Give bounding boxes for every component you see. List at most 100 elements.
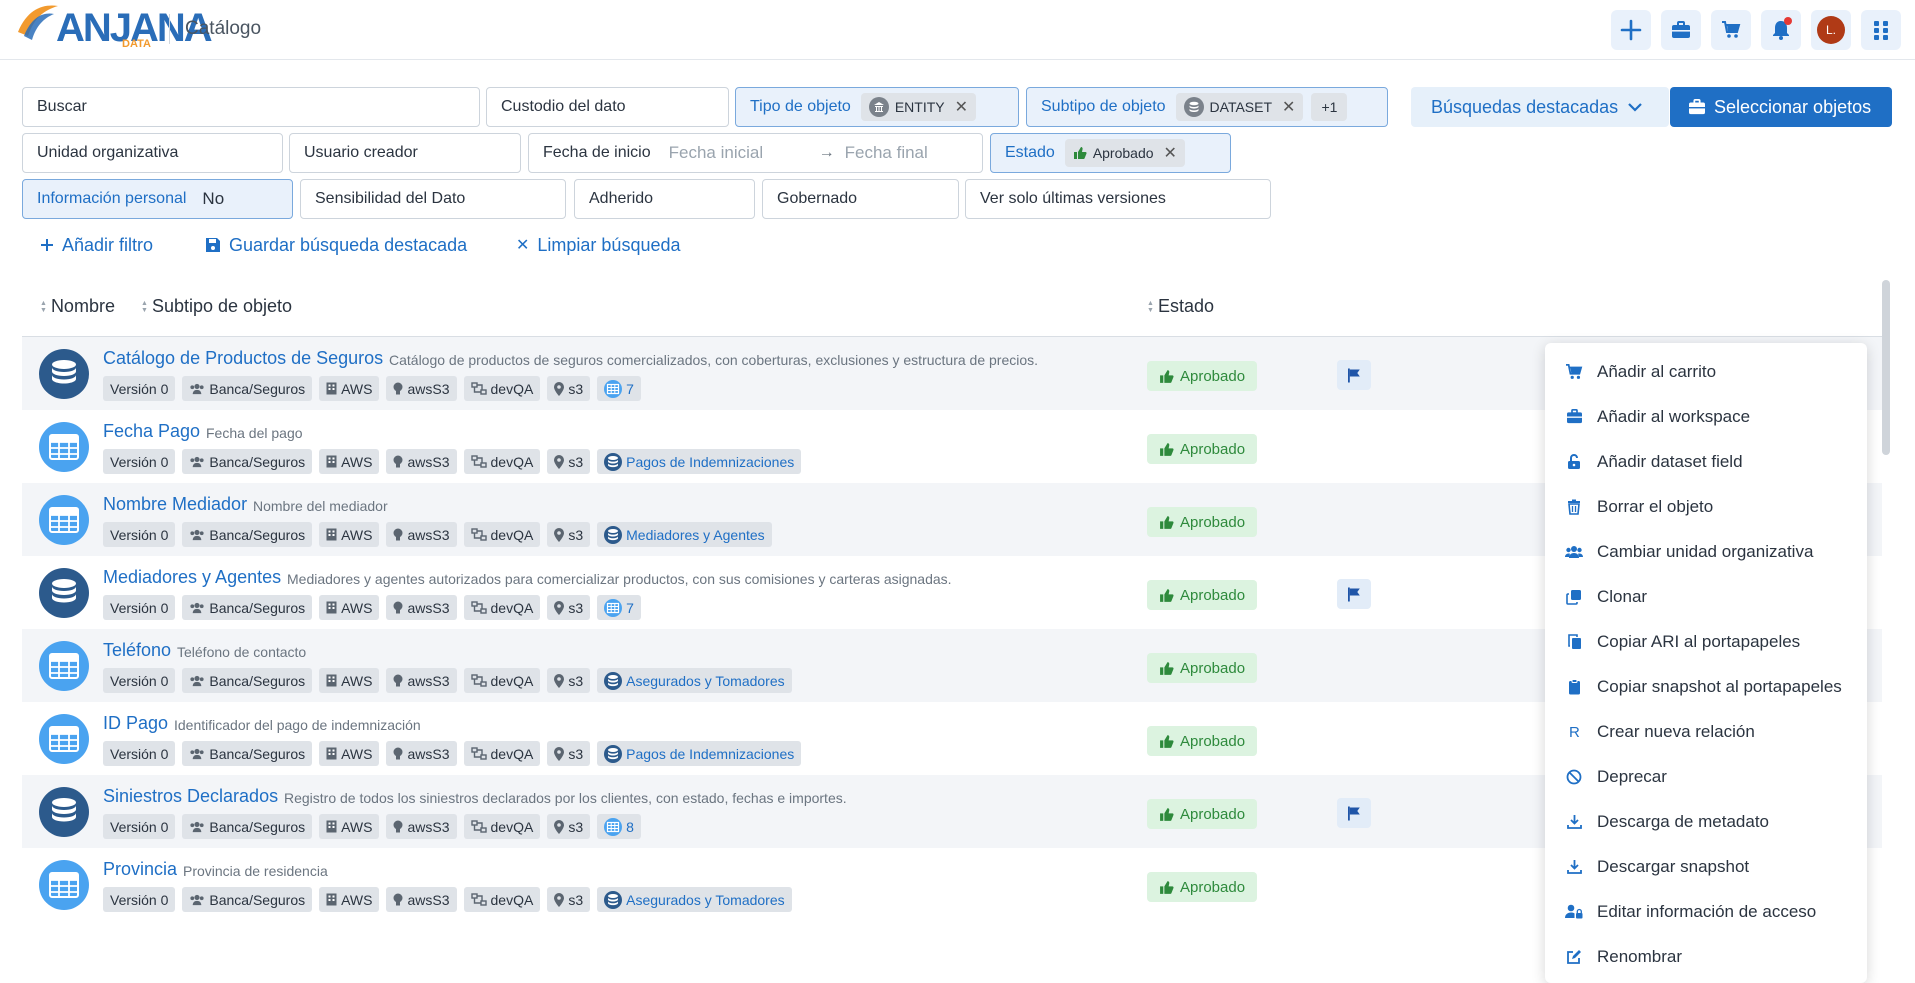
workspace-button[interactable] — [1661, 10, 1701, 50]
menu-item[interactable]: Añadir dataset field — [1545, 439, 1867, 484]
flag-button[interactable] — [1337, 360, 1371, 390]
start-date-from-input[interactable]: Fecha inicial — [669, 143, 809, 163]
row-title[interactable]: Provincia — [103, 859, 177, 880]
parent-dataset-tag[interactable]: Asegurados y Tomadores — [597, 668, 792, 693]
menu-item[interactable]: Descargar snapshot — [1545, 844, 1867, 889]
environment-tag: devQA — [463, 887, 541, 912]
fields-count-tag[interactable]: 8 — [597, 814, 641, 839]
cart-button[interactable] — [1711, 10, 1751, 50]
more-chips-badge[interactable]: +1 — [1311, 93, 1348, 121]
version-tag: Versión 0 — [103, 449, 176, 474]
anjana-logo[interactable]: ANJANA DATA — [14, 2, 213, 54]
user-menu-button[interactable]: L. — [1811, 10, 1851, 50]
state-filter[interactable]: Estado Aprobado ✕ — [990, 133, 1231, 173]
personal-info-label: Información personal — [37, 190, 187, 207]
building-icon — [326, 528, 337, 541]
column-header-name[interactable]: ▲ ▼ Nombre — [40, 296, 115, 317]
parent-dataset-tag[interactable]: Pagos de Indemnizaciones — [597, 449, 802, 474]
column-header-state[interactable]: ▲ ▼ Estado — [1147, 296, 1214, 317]
custodian-filter[interactable]: Custodio del dato — [486, 87, 729, 127]
flag-icon — [1347, 806, 1361, 821]
clear-search-button[interactable]: ✕ Limpiar búsqueda — [516, 233, 681, 257]
row-title[interactable]: Teléfono — [103, 640, 171, 661]
row-title[interactable]: ID Pago — [103, 713, 168, 734]
thumbs-up-icon — [1159, 588, 1174, 603]
context-menu: Añadir al carrito Añadir al workspace Añad… — [1545, 343, 1867, 983]
menu-item[interactable]: Descarga de metadato — [1545, 799, 1867, 844]
sensitivity-filter[interactable]: Sensibilidad del Dato — [300, 179, 566, 219]
close-icon[interactable]: ✕ — [1164, 143, 1177, 163]
start-date-filter[interactable]: Fecha de inicio Fecha inicial → Fecha fi… — [528, 133, 983, 173]
close-icon[interactable]: ✕ — [1282, 97, 1295, 117]
menu-item[interactable]: Borrar el objeto — [1545, 484, 1867, 529]
table-icon — [604, 379, 623, 398]
org-unit-tag: Banca/Seguros — [182, 814, 313, 839]
briefcase-icon — [1672, 21, 1690, 38]
object-subtype-chip[interactable]: DATASET ✕ — [1175, 93, 1304, 121]
briefcase-icon — [1689, 99, 1705, 115]
environment-tag: devQA — [463, 741, 541, 766]
create-button[interactable] — [1611, 10, 1651, 50]
close-icon[interactable]: ✕ — [955, 97, 968, 117]
flag-button[interactable] — [1337, 798, 1371, 828]
menu-item[interactable]: Añadir al carrito — [1545, 349, 1867, 394]
lightbulb-icon — [393, 382, 403, 396]
state-chip[interactable]: Aprobado ✕ — [1064, 139, 1185, 167]
row-title[interactable]: Siniestros Declarados — [103, 786, 278, 807]
notifications-button[interactable] — [1761, 10, 1801, 50]
scrollbar-thumb[interactable] — [1882, 280, 1890, 455]
adhered-filter[interactable]: Adherido — [574, 179, 755, 219]
parent-dataset-tag[interactable]: Pagos de Indemnizaciones — [597, 741, 802, 766]
object-type-chip[interactable]: ENTITY ✕ — [860, 93, 976, 121]
technology-tag: awsS3 — [386, 522, 457, 547]
row-title[interactable]: Nombre Mediador — [103, 494, 247, 515]
technology-value: awsS3 — [407, 599, 450, 616]
menu-item[interactable]: Copiar ARI al portapapeles — [1545, 619, 1867, 664]
menu-item[interactable]: Deprecar — [1545, 754, 1867, 799]
row-title[interactable]: Fecha Pago — [103, 421, 200, 442]
creator-filter[interactable]: Usuario creador — [289, 133, 521, 173]
select-objects-button[interactable]: Seleccionar objetos — [1670, 87, 1892, 127]
object-type-filter[interactable]: Tipo de objeto ENTITY ✕ — [735, 87, 1019, 127]
parent-dataset-tag[interactable]: Mediadores y Agentes — [597, 522, 772, 547]
logo-subtext: DATA — [122, 38, 151, 50]
governed-filter[interactable]: Gobernado — [762, 179, 959, 219]
row-title[interactable]: Catálogo de Productos de Seguros — [103, 348, 383, 369]
start-date-to-input[interactable]: Fecha final — [845, 143, 928, 163]
provider-tag: AWS — [319, 595, 380, 620]
related-value: Pagos de Indemnizaciones — [626, 453, 795, 470]
fields-count-tag[interactable]: 7 — [597, 595, 641, 620]
column-header-subtype[interactable]: ▲ ▼ Subtipo de objeto — [141, 296, 292, 317]
related-value: Asegurados y Tomadores — [626, 891, 785, 908]
menu-item[interactable]: Renombrar — [1545, 934, 1867, 979]
personal-info-value: No — [202, 189, 225, 208]
menu-item[interactable]: Editar información de acceso — [1545, 889, 1867, 934]
personal-info-filter[interactable]: Información personal No — [22, 179, 293, 219]
menu-item[interactable]: Cambiar unidad organizativa — [1545, 529, 1867, 574]
latest-versions-filter[interactable]: Ver solo últimas versiones — [965, 179, 1271, 219]
object-subtype-filter[interactable]: Subtipo de objeto DATASET ✕ +1 — [1026, 87, 1388, 127]
flag-icon — [1347, 368, 1361, 383]
catalog-app: ANJANA DATA Catálogo L. Buscar Custodio … — [0, 0, 1915, 983]
add-filter-button[interactable]: Añadir filtro — [40, 233, 153, 257]
flag-button[interactable] — [1337, 579, 1371, 609]
menu-item-label: Cambiar unidad organizativa — [1597, 541, 1814, 561]
org-unit-filter[interactable]: Unidad organizativa — [22, 133, 283, 173]
parent-dataset-tag[interactable]: Asegurados y Tomadores — [597, 887, 792, 912]
map-pin-icon — [554, 819, 565, 834]
location-tag: s3 — [547, 887, 591, 912]
table-icon — [39, 641, 89, 691]
provider-tag: AWS — [319, 887, 380, 912]
network-icon — [470, 382, 487, 395]
menu-item[interactable]: Copiar snapshot al portapapeles — [1545, 664, 1867, 709]
menu-item[interactable]: Añadir al workspace — [1545, 394, 1867, 439]
arrow-right-icon: → — [818, 144, 835, 161]
row-title[interactable]: Mediadores y Agentes — [103, 567, 281, 588]
featured-searches-button[interactable]: Búsquedas destacadas — [1411, 87, 1669, 127]
menu-item[interactable]: Clonar — [1545, 574, 1867, 619]
apps-button[interactable] — [1861, 10, 1901, 50]
search-input[interactable]: Buscar — [22, 87, 480, 127]
menu-item[interactable]: R Crear nueva relación — [1545, 709, 1867, 754]
fields-count-tag[interactable]: 7 — [597, 376, 641, 401]
save-search-button[interactable]: Guardar búsqueda destacada — [205, 233, 467, 257]
